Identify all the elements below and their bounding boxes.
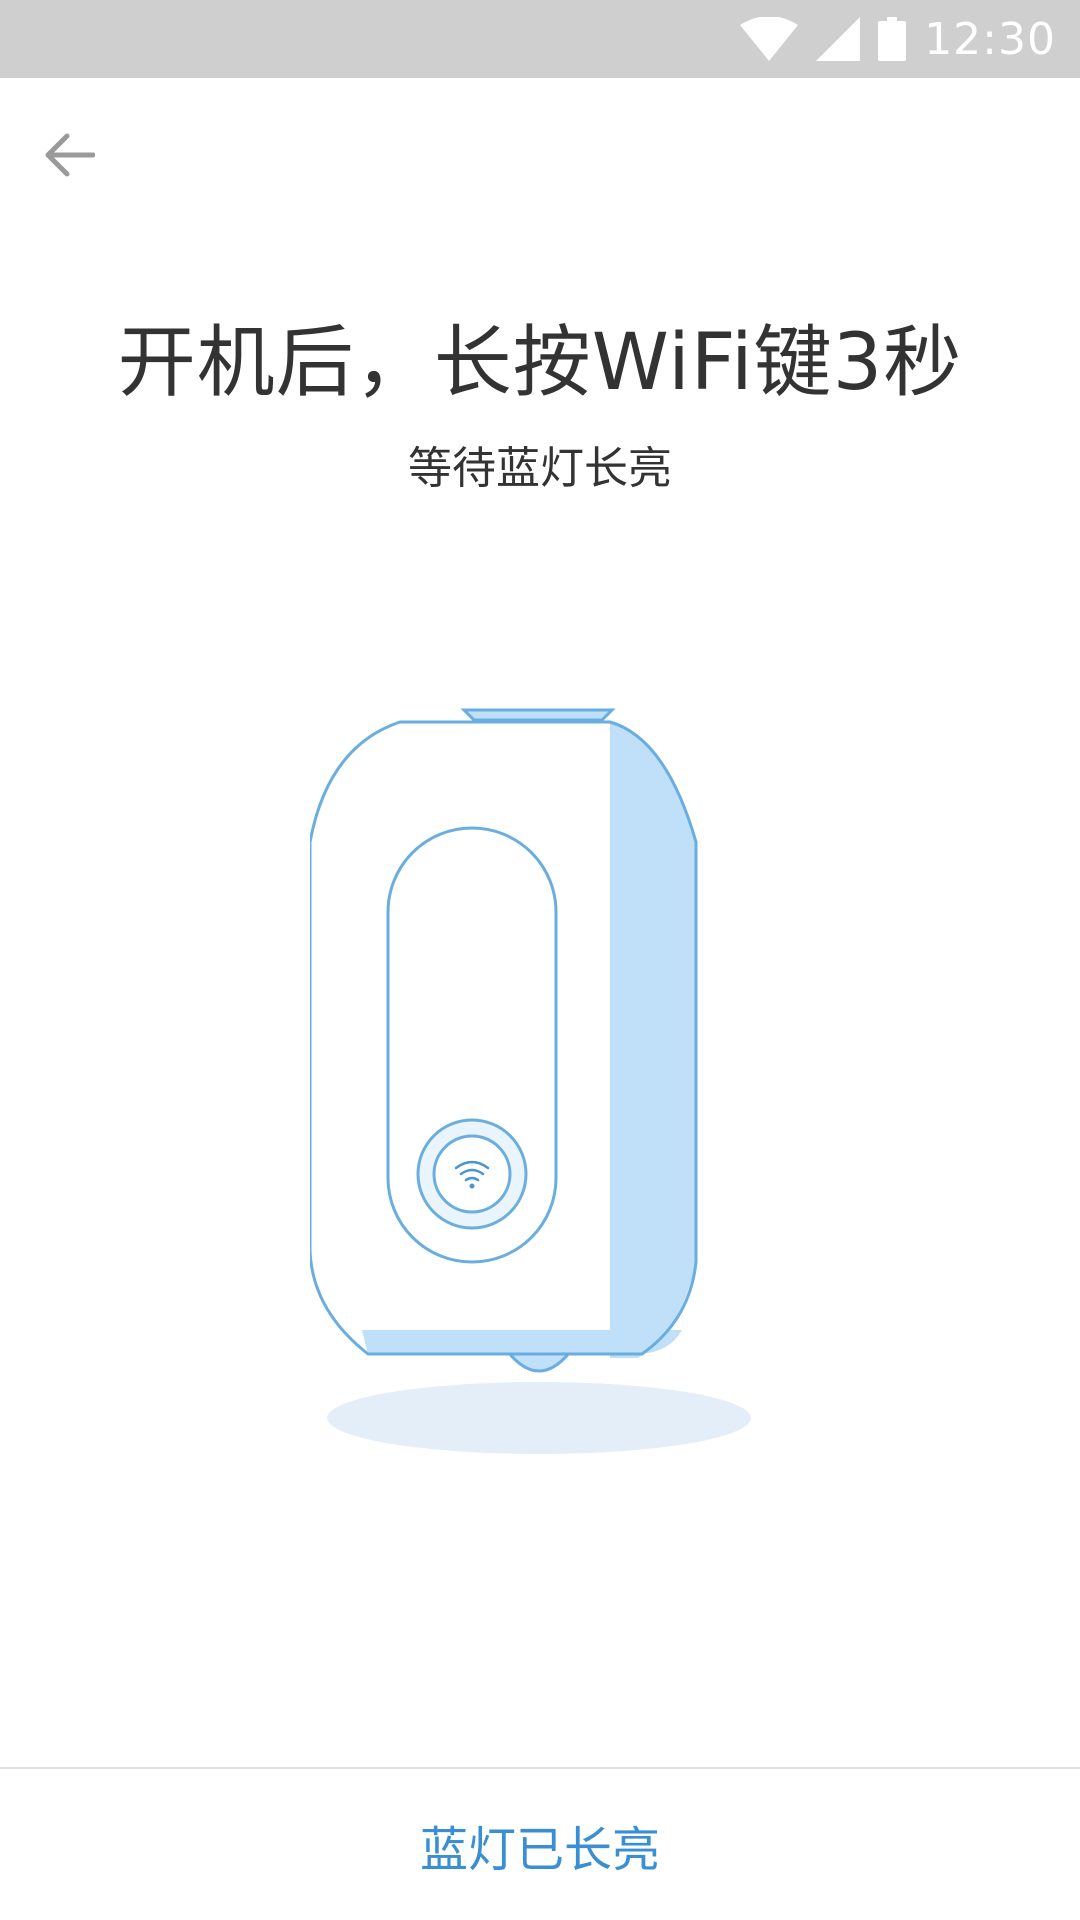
page-title: 开机后，长按WiFi键3秒: [117, 318, 963, 408]
page-subtitle: 等待蓝灯长亮: [408, 443, 672, 494]
device-top-cap: [460, 708, 616, 722]
status-time: 12:30: [924, 13, 1056, 65]
cellular-signal-icon: [816, 17, 861, 61]
device-shadow: [327, 1382, 751, 1454]
confirm-blue-light-button[interactable]: 蓝灯已长亮: [0, 1769, 1080, 1920]
battery-icon: [878, 17, 907, 61]
wifi-button-inner: [432, 1134, 512, 1214]
arrow-left-icon: [45, 133, 95, 177]
status-bar: 12:30: [0, 0, 1080, 78]
back-button[interactable]: [34, 120, 104, 190]
wifi-icon: [740, 17, 799, 61]
device-illustration: [310, 708, 751, 1454]
